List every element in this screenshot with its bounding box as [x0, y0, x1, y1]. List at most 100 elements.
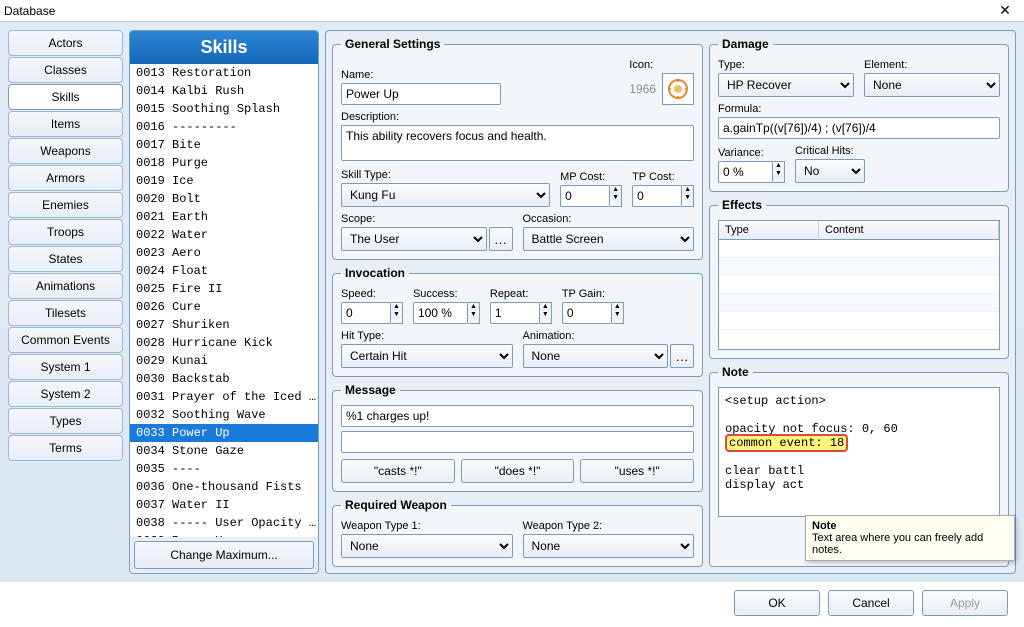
variance-spin[interactable]: ▲▼: [773, 161, 785, 183]
formula-input[interactable]: [718, 117, 1000, 139]
repeat-input[interactable]: [490, 302, 540, 324]
casts-button[interactable]: "casts *!": [341, 459, 455, 483]
speed-spin[interactable]: ▲▼: [391, 302, 403, 324]
repeat-spin[interactable]: ▲▼: [540, 302, 552, 324]
effects-legend: Effects: [718, 198, 766, 212]
uses-button[interactable]: "uses *!": [580, 459, 694, 483]
list-item[interactable]: 0039 Power Up: [130, 532, 318, 537]
skill-list-pane: Skills 0013 Restoration0014 Kalbi Rush00…: [129, 30, 319, 574]
does-button[interactable]: "does *!": [461, 459, 575, 483]
speed-input[interactable]: [341, 302, 391, 324]
anim-more-button[interactable]: …: [670, 344, 694, 368]
dmgtype-label: Type:: [718, 59, 854, 71]
list-item[interactable]: 0024 Float: [130, 262, 318, 280]
icon-preview[interactable]: [662, 73, 694, 105]
list-item[interactable]: 0025 Fire II: [130, 280, 318, 298]
mpcost-input[interactable]: [560, 185, 610, 207]
list-item[interactable]: 0026 Cure: [130, 298, 318, 316]
sidebar-tab-armors[interactable]: Armors: [8, 165, 123, 191]
list-item[interactable]: 0022 Water: [130, 226, 318, 244]
note-line: <setup action>: [725, 394, 993, 408]
tp-spin[interactable]: ▲▼: [682, 185, 694, 207]
sidebar-tab-common-events[interactable]: Common Events: [8, 327, 123, 353]
sidebar-tab-weapons[interactable]: Weapons: [8, 138, 123, 164]
cancel-button[interactable]: Cancel: [828, 590, 914, 616]
list-item[interactable]: 0035 ----: [130, 460, 318, 478]
sidebar-tab-animations[interactable]: Animations: [8, 273, 123, 299]
crit-select[interactable]: No: [795, 159, 865, 183]
sidebar-tab-types[interactable]: Types: [8, 408, 123, 434]
sidebar-tab-system-2[interactable]: System 2: [8, 381, 123, 407]
sidebar-tab-states[interactable]: States: [8, 246, 123, 272]
note-textarea[interactable]: <setup action> opacity not focus: 0, 60 …: [718, 387, 1000, 517]
skill-list[interactable]: 0013 Restoration0014 Kalbi Rush0015 Soot…: [130, 64, 318, 537]
wtype1-select[interactable]: None: [341, 534, 513, 558]
list-item[interactable]: 0021 Earth: [130, 208, 318, 226]
list-item[interactable]: 0016 ---------: [130, 118, 318, 136]
sidebar-tab-system-1[interactable]: System 1: [8, 354, 123, 380]
scope-select[interactable]: The User: [341, 227, 487, 251]
list-item[interactable]: 0036 One-thousand Fists: [130, 478, 318, 496]
apply-button[interactable]: Apply: [922, 590, 1008, 616]
window-title: Database: [4, 4, 990, 18]
table-row[interactable]: [719, 276, 999, 294]
occasion-select[interactable]: Battle Screen: [523, 227, 695, 251]
sidebar-tab-tilesets[interactable]: Tilesets: [8, 300, 123, 326]
message-line2[interactable]: [341, 431, 694, 453]
tpgain-spin[interactable]: ▲▼: [612, 302, 624, 324]
ok-button[interactable]: OK: [734, 590, 820, 616]
sidebar-tab-items[interactable]: Items: [8, 111, 123, 137]
description-input[interactable]: This ability recovers focus and health.: [341, 125, 694, 161]
table-row[interactable]: [719, 312, 999, 330]
list-item[interactable]: 0023 Aero: [130, 244, 318, 262]
footer: OK Cancel Apply: [0, 582, 1024, 624]
wtype2-select[interactable]: None: [523, 534, 695, 558]
mp-spin[interactable]: ▲▼: [610, 185, 622, 207]
sidebar-tab-enemies[interactable]: Enemies: [8, 192, 123, 218]
sidebar-tab-terms[interactable]: Terms: [8, 435, 123, 461]
change-maximum-button[interactable]: Change Maximum...: [134, 541, 314, 569]
sidebar-tab-skills[interactable]: Skills: [8, 84, 123, 110]
effects-table[interactable]: Type Content: [718, 220, 1000, 350]
list-item[interactable]: 0028 Hurricane Kick: [130, 334, 318, 352]
tpgain-input[interactable]: [562, 302, 612, 324]
list-item[interactable]: 0020 Bolt: [130, 190, 318, 208]
name-input[interactable]: [341, 83, 501, 105]
success-input[interactable]: [413, 302, 468, 324]
message-line1[interactable]: [341, 405, 694, 427]
list-item[interactable]: 0017 Bite: [130, 136, 318, 154]
list-item[interactable]: 0038 ----- User Opacity …: [130, 514, 318, 532]
sidebar-tab-actors[interactable]: Actors: [8, 30, 123, 56]
list-item[interactable]: 0013 Restoration: [130, 64, 318, 82]
list-item[interactable]: 0019 Ice: [130, 172, 318, 190]
element-select[interactable]: None: [864, 73, 1000, 97]
success-spin[interactable]: ▲▼: [468, 302, 480, 324]
list-item[interactable]: 0027 Shuriken: [130, 316, 318, 334]
dmg-type-select[interactable]: HP Recover: [718, 73, 854, 97]
list-item[interactable]: 0037 Water II: [130, 496, 318, 514]
skilltype-select[interactable]: Kung Fu: [341, 183, 550, 207]
table-row[interactable]: [719, 240, 999, 258]
list-item[interactable]: 0031 Prayer of the Iced …: [130, 388, 318, 406]
variance-input[interactable]: [718, 161, 773, 183]
list-item[interactable]: 0018 Purge: [130, 154, 318, 172]
list-item[interactable]: 0030 Backstab: [130, 370, 318, 388]
tpgain-label: TP Gain:: [562, 288, 624, 300]
list-item[interactable]: 0014 Kalbi Rush: [130, 82, 318, 100]
tpcost-input[interactable]: [632, 185, 682, 207]
mpcost-label: MP Cost:: [560, 171, 622, 183]
close-icon[interactable]: ✕: [990, 2, 1020, 19]
animation-select[interactable]: None: [523, 344, 669, 368]
sidebar-tab-classes[interactable]: Classes: [8, 57, 123, 83]
list-item[interactable]: 0015 Soothing Splash: [130, 100, 318, 118]
list-item[interactable]: 0034 Stone Gaze: [130, 442, 318, 460]
list-item[interactable]: 0032 Soothing Wave: [130, 406, 318, 424]
crit-label: Critical Hits:: [795, 145, 865, 157]
list-item[interactable]: 0029 Kunai: [130, 352, 318, 370]
list-item[interactable]: 0033 Power Up: [130, 424, 318, 442]
hittype-select[interactable]: Certain Hit: [341, 344, 513, 368]
sidebar-tab-troops[interactable]: Troops: [8, 219, 123, 245]
table-row[interactable]: [719, 258, 999, 276]
scope-more-button[interactable]: …: [489, 227, 513, 251]
table-row[interactable]: [719, 294, 999, 312]
